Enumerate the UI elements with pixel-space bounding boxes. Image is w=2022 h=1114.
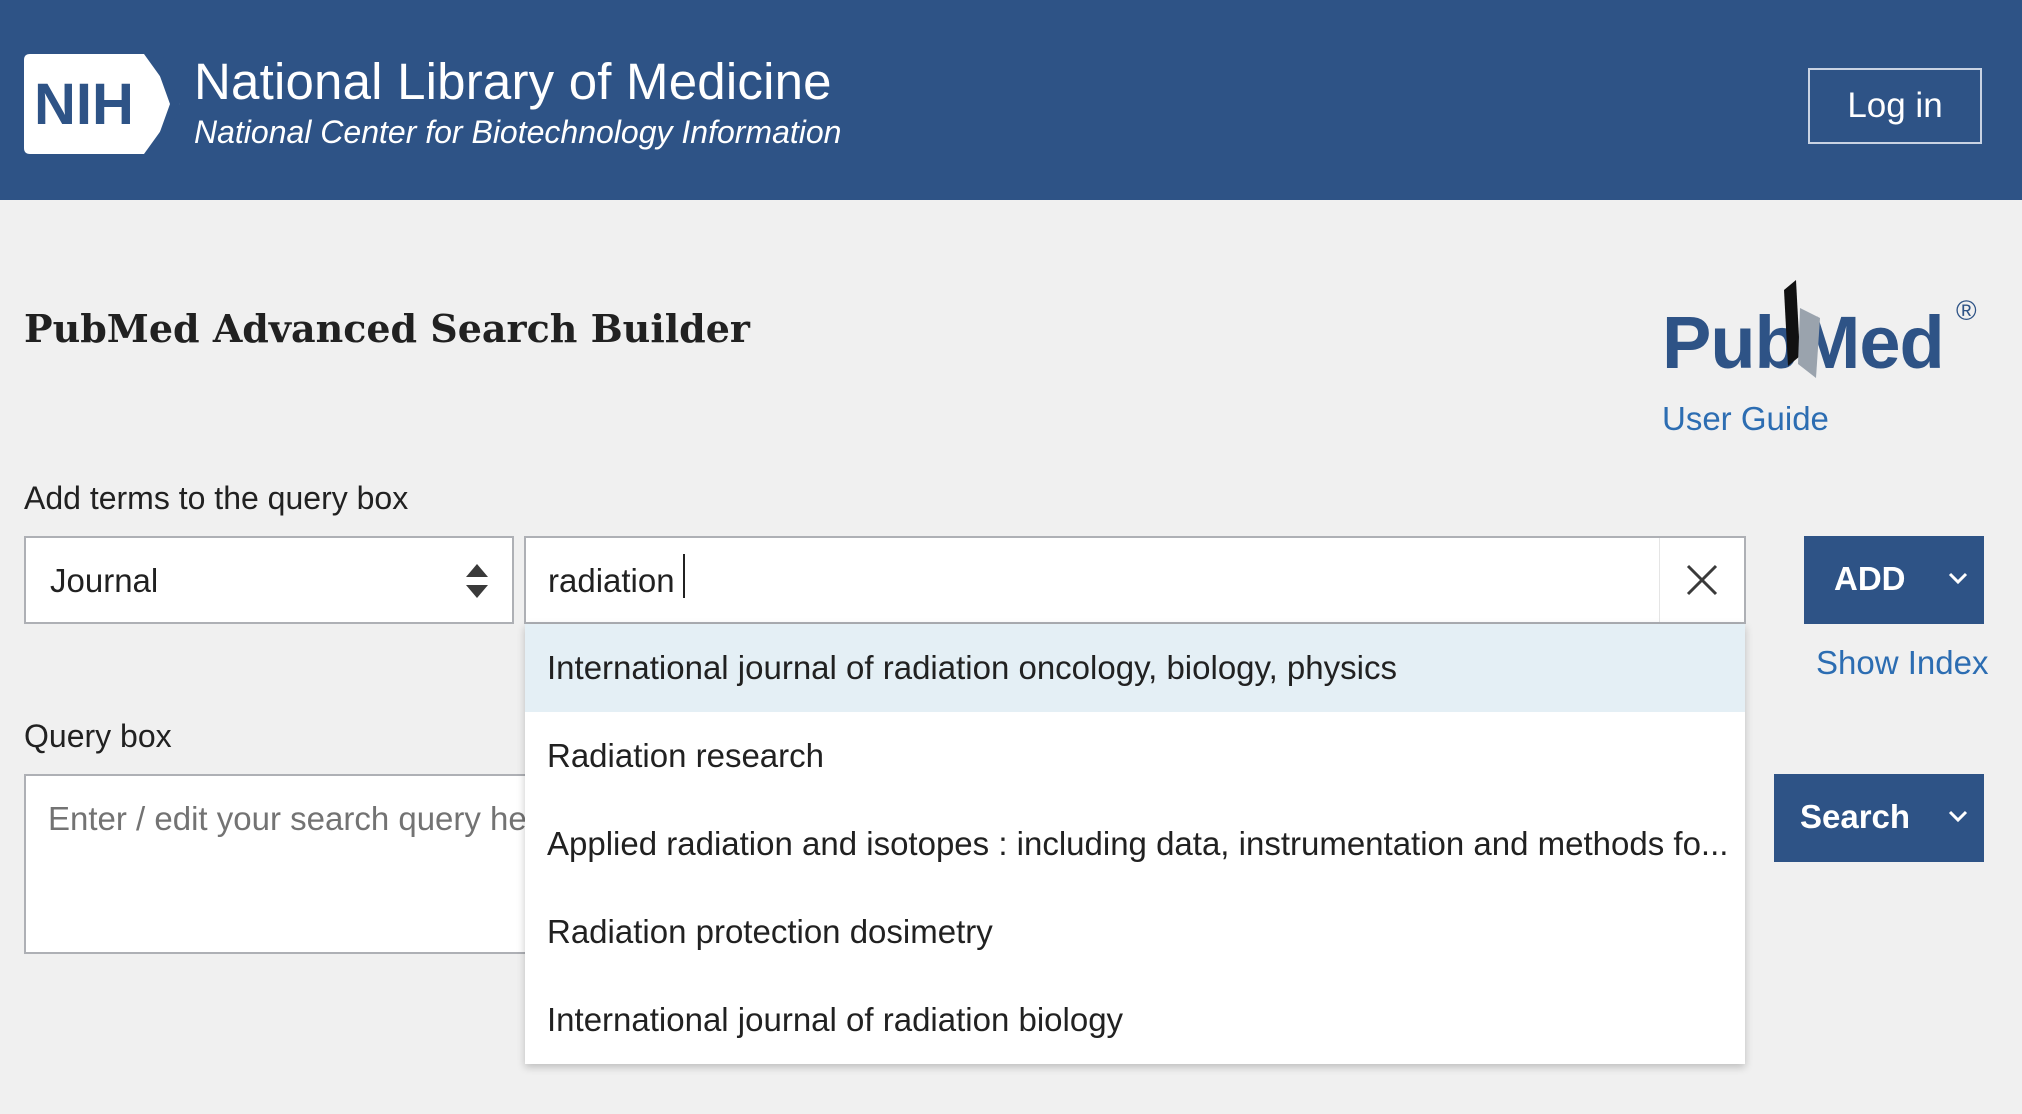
org-title[interactable]: National Library of Medicine [194, 52, 832, 111]
chevron-down-icon[interactable] [1946, 806, 1970, 826]
login-button[interactable]: Log in [1808, 68, 1982, 144]
search-field-value: Journal [50, 562, 159, 599]
suggestion-item[interactable]: Radiation protection dosimetry [525, 888, 1745, 976]
text-cursor [683, 554, 685, 598]
search-term-value: radiation [548, 562, 675, 599]
chevron-down-icon[interactable] [1946, 568, 1970, 588]
nih-logo[interactable]: NIH [24, 54, 180, 154]
search-button[interactable]: Search [1774, 774, 1984, 862]
suggestion-item[interactable]: Radiation research [525, 712, 1745, 800]
show-index-link[interactable]: Show Index [1816, 644, 1988, 682]
add-button[interactable]: ADD [1804, 536, 1984, 624]
query-placeholder: Enter / edit your search query here [48, 800, 557, 837]
suggestion-item[interactable]: International journal of radiation oncol… [525, 624, 1745, 712]
nih-logo-text: NIH [34, 72, 134, 137]
add-button-label: ADD [1834, 560, 1906, 597]
close-icon [1686, 564, 1718, 596]
query-box[interactable]: Enter / edit your search query here [24, 774, 584, 954]
site-header: NIH National Library of Medicine Nationa… [0, 0, 2022, 200]
suggestion-item[interactable]: International journal of radiation biolo… [525, 976, 1745, 1064]
user-guide-link[interactable]: User Guide [1662, 400, 1829, 438]
journal-suggestions-dropdown: International journal of radiation oncol… [525, 624, 1745, 1064]
org-subtitle: National Center for Biotechnology Inform… [194, 114, 842, 150]
search-field-select[interactable]: Journal [24, 536, 514, 624]
pubmed-logo[interactable]: PubMed ® [1660, 278, 1990, 390]
svg-text:®: ® [1956, 295, 1977, 326]
add-terms-label: Add terms to the query box [24, 480, 409, 516]
clear-input-button[interactable] [1659, 538, 1744, 622]
sort-arrows-icon [466, 564, 488, 598]
query-box-label: Query box [24, 718, 172, 754]
suggestion-item[interactable]: Applied radiation and isotopes : includi… [525, 800, 1745, 888]
page-title: PubMed Advanced Search Builder [24, 306, 750, 351]
search-button-label: Search [1800, 798, 1911, 835]
search-term-input[interactable]: radiation [524, 536, 1746, 624]
